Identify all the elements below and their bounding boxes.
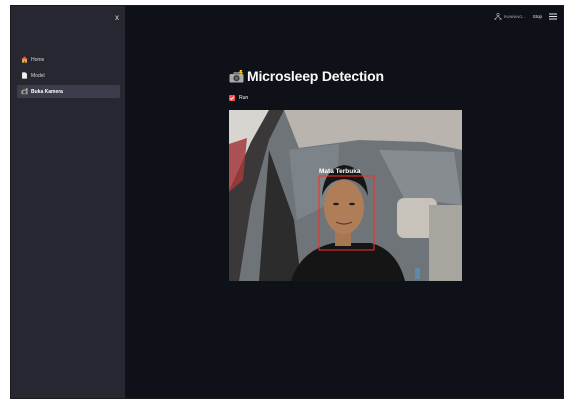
hamburger-menu-icon[interactable] xyxy=(549,13,557,20)
checkbox-checked-icon[interactable] xyxy=(229,95,235,101)
sidebar-item-buka-kamera[interactable]: Buka Kamera xyxy=(17,85,120,98)
camera-feed: Mata Terbuka xyxy=(229,110,462,281)
camera-flash-icon xyxy=(229,69,244,82)
sidebar-item-model[interactable]: Model xyxy=(17,69,120,82)
run-checkbox-label: Run xyxy=(239,95,249,101)
sidebar-item-label: Buka Kamera xyxy=(31,88,63,95)
sidebar-item-home[interactable]: Home xyxy=(17,53,120,66)
run-checkbox[interactable]: Run xyxy=(229,95,248,101)
detection-label: Mata Terbuka xyxy=(319,168,361,175)
camera-icon xyxy=(21,88,28,95)
running-status-text: RUNNING... xyxy=(503,14,526,19)
running-status: RUNNING... xyxy=(494,13,526,20)
running-icon xyxy=(494,13,502,20)
sidebar-item-label: Home xyxy=(31,56,45,63)
sidebar-nav: Home Model Buka Kamera xyxy=(17,53,120,101)
stop-button[interactable]: Stop xyxy=(533,14,542,19)
app-window: x Home Model Buka Kamera RUNNING... Stop… xyxy=(10,5,564,399)
sidebar-item-label: Model xyxy=(31,72,45,79)
main-content: RUNNING... Stop Microsleep Detection Run… xyxy=(125,6,563,398)
page-title-text: Microsleep Detection xyxy=(247,68,384,84)
sidebar: x Home Model Buka Kamera xyxy=(11,6,125,398)
home-icon xyxy=(21,56,28,63)
top-toolbar: RUNNING... Stop xyxy=(494,13,557,20)
sidebar-close-button[interactable]: x xyxy=(115,14,119,22)
document-icon xyxy=(22,72,27,79)
page-title: Microsleep Detection xyxy=(229,68,384,84)
